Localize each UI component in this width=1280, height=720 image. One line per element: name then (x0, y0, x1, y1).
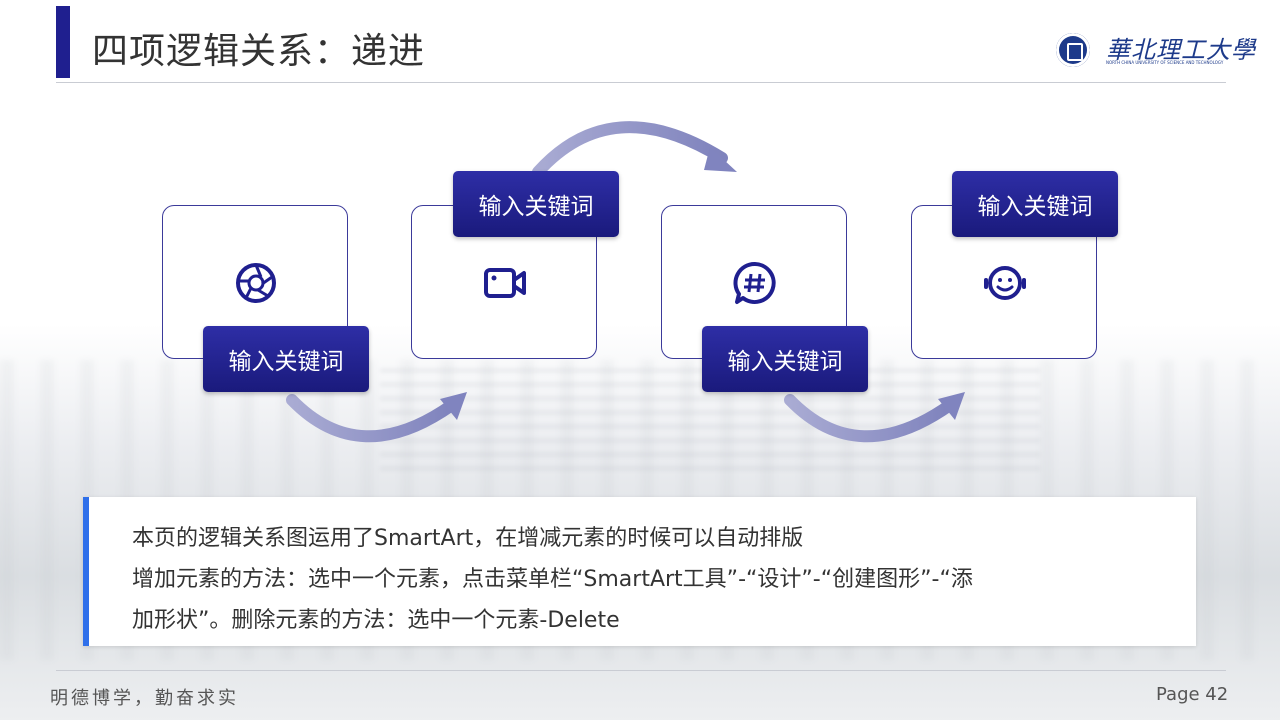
arrow-2-to-3 (532, 121, 728, 178)
note-line-1: 本页的逻辑关系图运用了SmartArt，在增减元素的时候可以自动排版 (132, 526, 804, 551)
video-camera-icon (484, 268, 526, 298)
page-number: Page 42 (1156, 684, 1229, 705)
note-accent-bar (83, 497, 89, 646)
arrow-3-to-4 (784, 394, 956, 443)
note-text: 本页的逻辑关系图运用了SmartArt，在增减元素的时候可以自动排版 增加元素的… (132, 518, 1172, 641)
step-label-4[interactable]: 输入关键词 (952, 171, 1118, 237)
instruction-note: 本页的逻辑关系图运用了SmartArt，在增减元素的时候可以自动排版 增加元素的… (83, 497, 1196, 646)
step-label-3[interactable]: 输入关键词 (702, 326, 868, 392)
smiley-headset-icon (984, 266, 1026, 300)
arrow-1-to-2 (286, 394, 458, 443)
step-label-2[interactable]: 输入关键词 (453, 171, 619, 237)
hashtag-chat-icon (733, 261, 776, 304)
note-line-3: 加形状”。删除元素的方法：选中一个元素-Delete (132, 608, 620, 633)
footer-divider (56, 670, 1226, 671)
footer-motto: 明德博学，勤奋求实 (50, 688, 239, 709)
note-line-2: 增加元素的方法：选中一个元素，点击菜单栏“SmartArt工具”-“设计”-“创… (132, 567, 973, 592)
step-label-1[interactable]: 输入关键词 (203, 326, 369, 392)
camera-aperture-icon (236, 263, 276, 303)
